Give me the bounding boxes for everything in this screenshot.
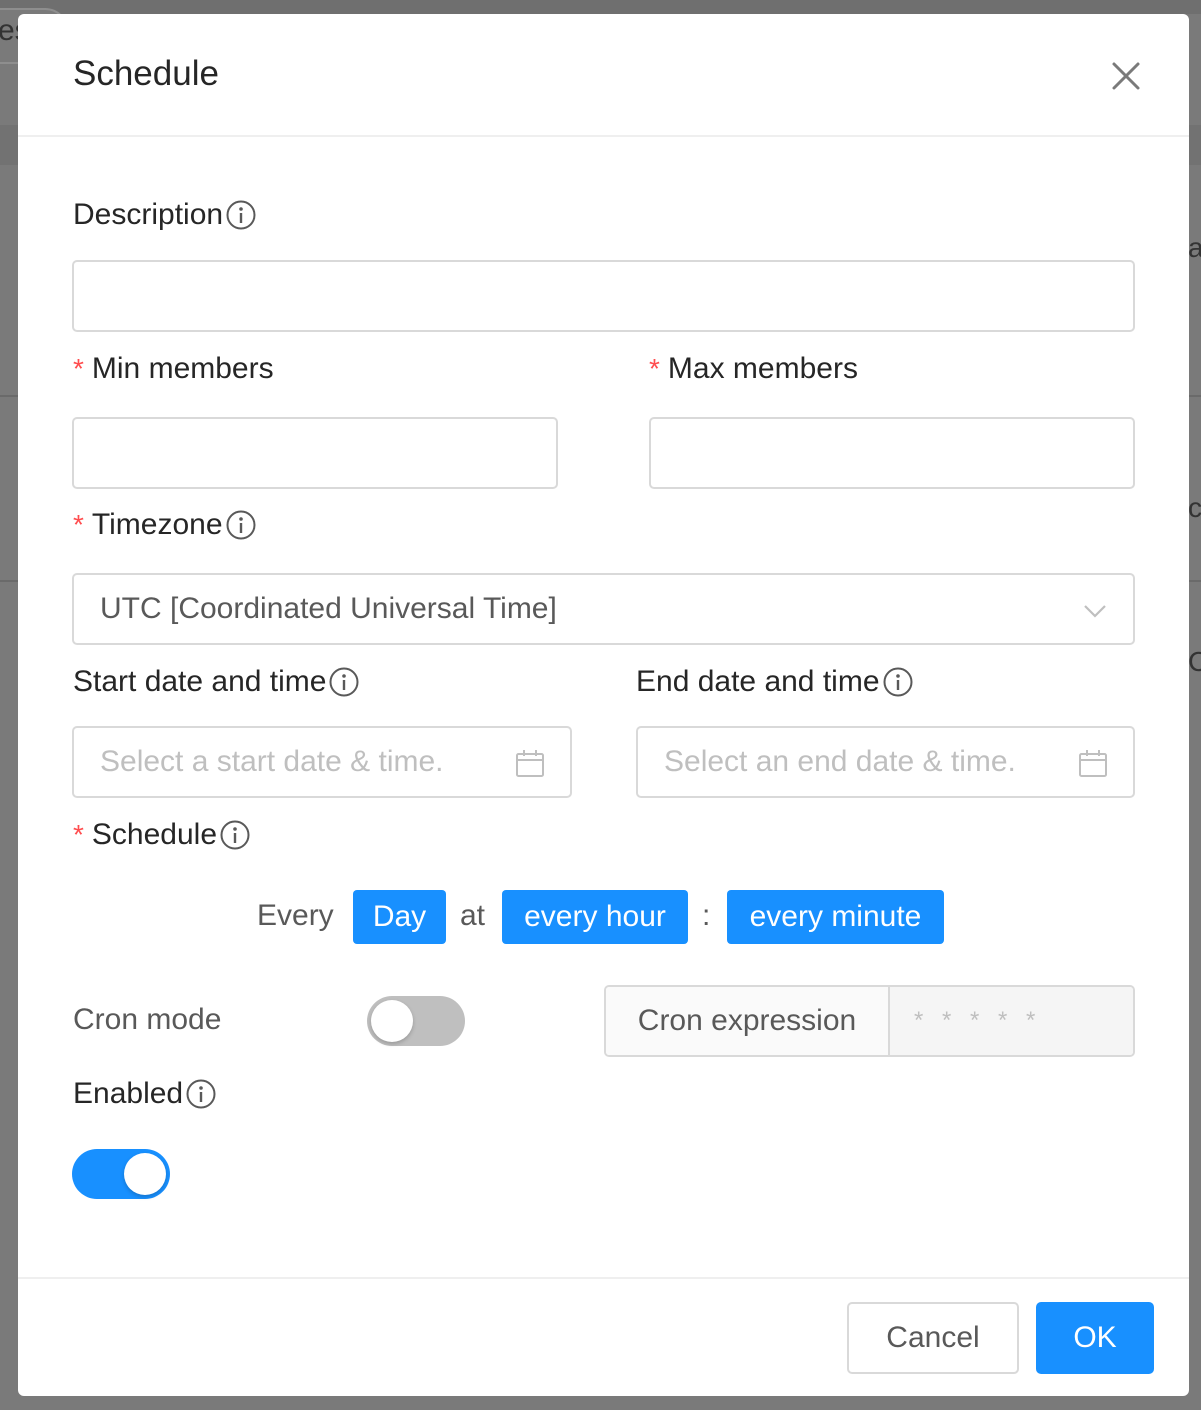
cancel-button[interactable]: Cancel xyxy=(847,1302,1019,1374)
background-text: a xyxy=(1188,232,1201,263)
cron-mode-toggle[interactable] xyxy=(367,996,465,1046)
cron-expression-addon: Cron expression xyxy=(606,987,890,1055)
start-datetime-label-text: Start date and time xyxy=(73,665,327,698)
start-datetime-picker[interactable] xyxy=(72,726,572,798)
max-members-label-text: Max members xyxy=(667,352,858,385)
end-datetime-label-text: End date and time xyxy=(636,665,880,698)
info-icon[interactable] xyxy=(225,199,257,231)
required-mark: * xyxy=(73,819,84,850)
max-members-label: * Max members xyxy=(649,352,858,386)
cron-mode-label: Cron mode xyxy=(73,1003,221,1037)
min-members-input[interactable] xyxy=(72,417,558,489)
max-members-input[interactable] xyxy=(649,417,1135,489)
description-label-text: Description xyxy=(73,198,224,231)
min-members-label: * Min members xyxy=(73,352,274,386)
end-datetime-picker[interactable] xyxy=(636,726,1135,798)
info-icon[interactable] xyxy=(328,666,360,698)
enabled-toggle[interactable] xyxy=(72,1149,170,1199)
timezone-value: UTC [Coordinated Universal Time] xyxy=(100,592,557,625)
close-button[interactable] xyxy=(1106,56,1146,96)
background-text: c xyxy=(1188,492,1201,523)
toggle-knob xyxy=(124,1153,166,1195)
schedule-dialog: Schedule Description * Min members * Max… xyxy=(18,14,1189,1396)
schedule-every-text: Every xyxy=(257,899,334,932)
timezone-select[interactable]: UTC [Coordinated Universal Time] xyxy=(72,573,1135,645)
ok-button[interactable]: OK xyxy=(1036,1302,1154,1374)
schedule-minute-select[interactable]: every minute xyxy=(727,890,944,944)
enabled-label-text: Enabled xyxy=(73,1077,184,1110)
schedule-label-text: Schedule xyxy=(91,818,218,851)
schedule-at-text: at xyxy=(460,899,486,932)
schedule-period-select[interactable]: Day xyxy=(353,890,446,944)
required-mark: * xyxy=(649,353,660,384)
info-icon[interactable] xyxy=(882,666,914,698)
schedule-label: * Schedule xyxy=(73,818,251,852)
close-icon xyxy=(1112,62,1140,90)
min-members-label-text: Min members xyxy=(91,352,274,385)
dialog-header: Schedule xyxy=(18,14,1189,137)
end-datetime-input[interactable] xyxy=(638,728,1058,796)
chevron-down-icon xyxy=(1084,605,1106,618)
timezone-label: * Timezone xyxy=(73,508,257,542)
description-input[interactable] xyxy=(72,260,1135,332)
calendar-icon xyxy=(1079,750,1107,777)
info-icon[interactable] xyxy=(225,509,257,541)
start-datetime-label: Start date and time xyxy=(73,665,360,699)
end-datetime-label: End date and time xyxy=(636,665,914,699)
toggle-knob xyxy=(371,1000,413,1042)
cron-expression-group: Cron expression xyxy=(604,985,1135,1057)
cron-expression-input[interactable] xyxy=(890,987,1133,1055)
start-datetime-input[interactable] xyxy=(74,728,494,796)
required-mark: * xyxy=(73,509,84,540)
enabled-label: Enabled xyxy=(73,1077,217,1111)
info-icon[interactable] xyxy=(219,819,251,851)
required-mark: * xyxy=(73,353,84,384)
dialog-title: Schedule xyxy=(73,54,219,93)
schedule-hour-select[interactable]: every hour xyxy=(502,890,688,944)
background-text: C xyxy=(1188,646,1201,677)
timezone-label-text: Timezone xyxy=(91,508,223,541)
cron-mode-label-text: Cron mode xyxy=(73,1003,222,1036)
schedule-separator: : xyxy=(702,899,711,932)
calendar-icon xyxy=(516,750,544,777)
info-icon[interactable] xyxy=(185,1078,217,1110)
background-topbar xyxy=(0,0,1201,14)
description-label: Description xyxy=(73,198,257,232)
